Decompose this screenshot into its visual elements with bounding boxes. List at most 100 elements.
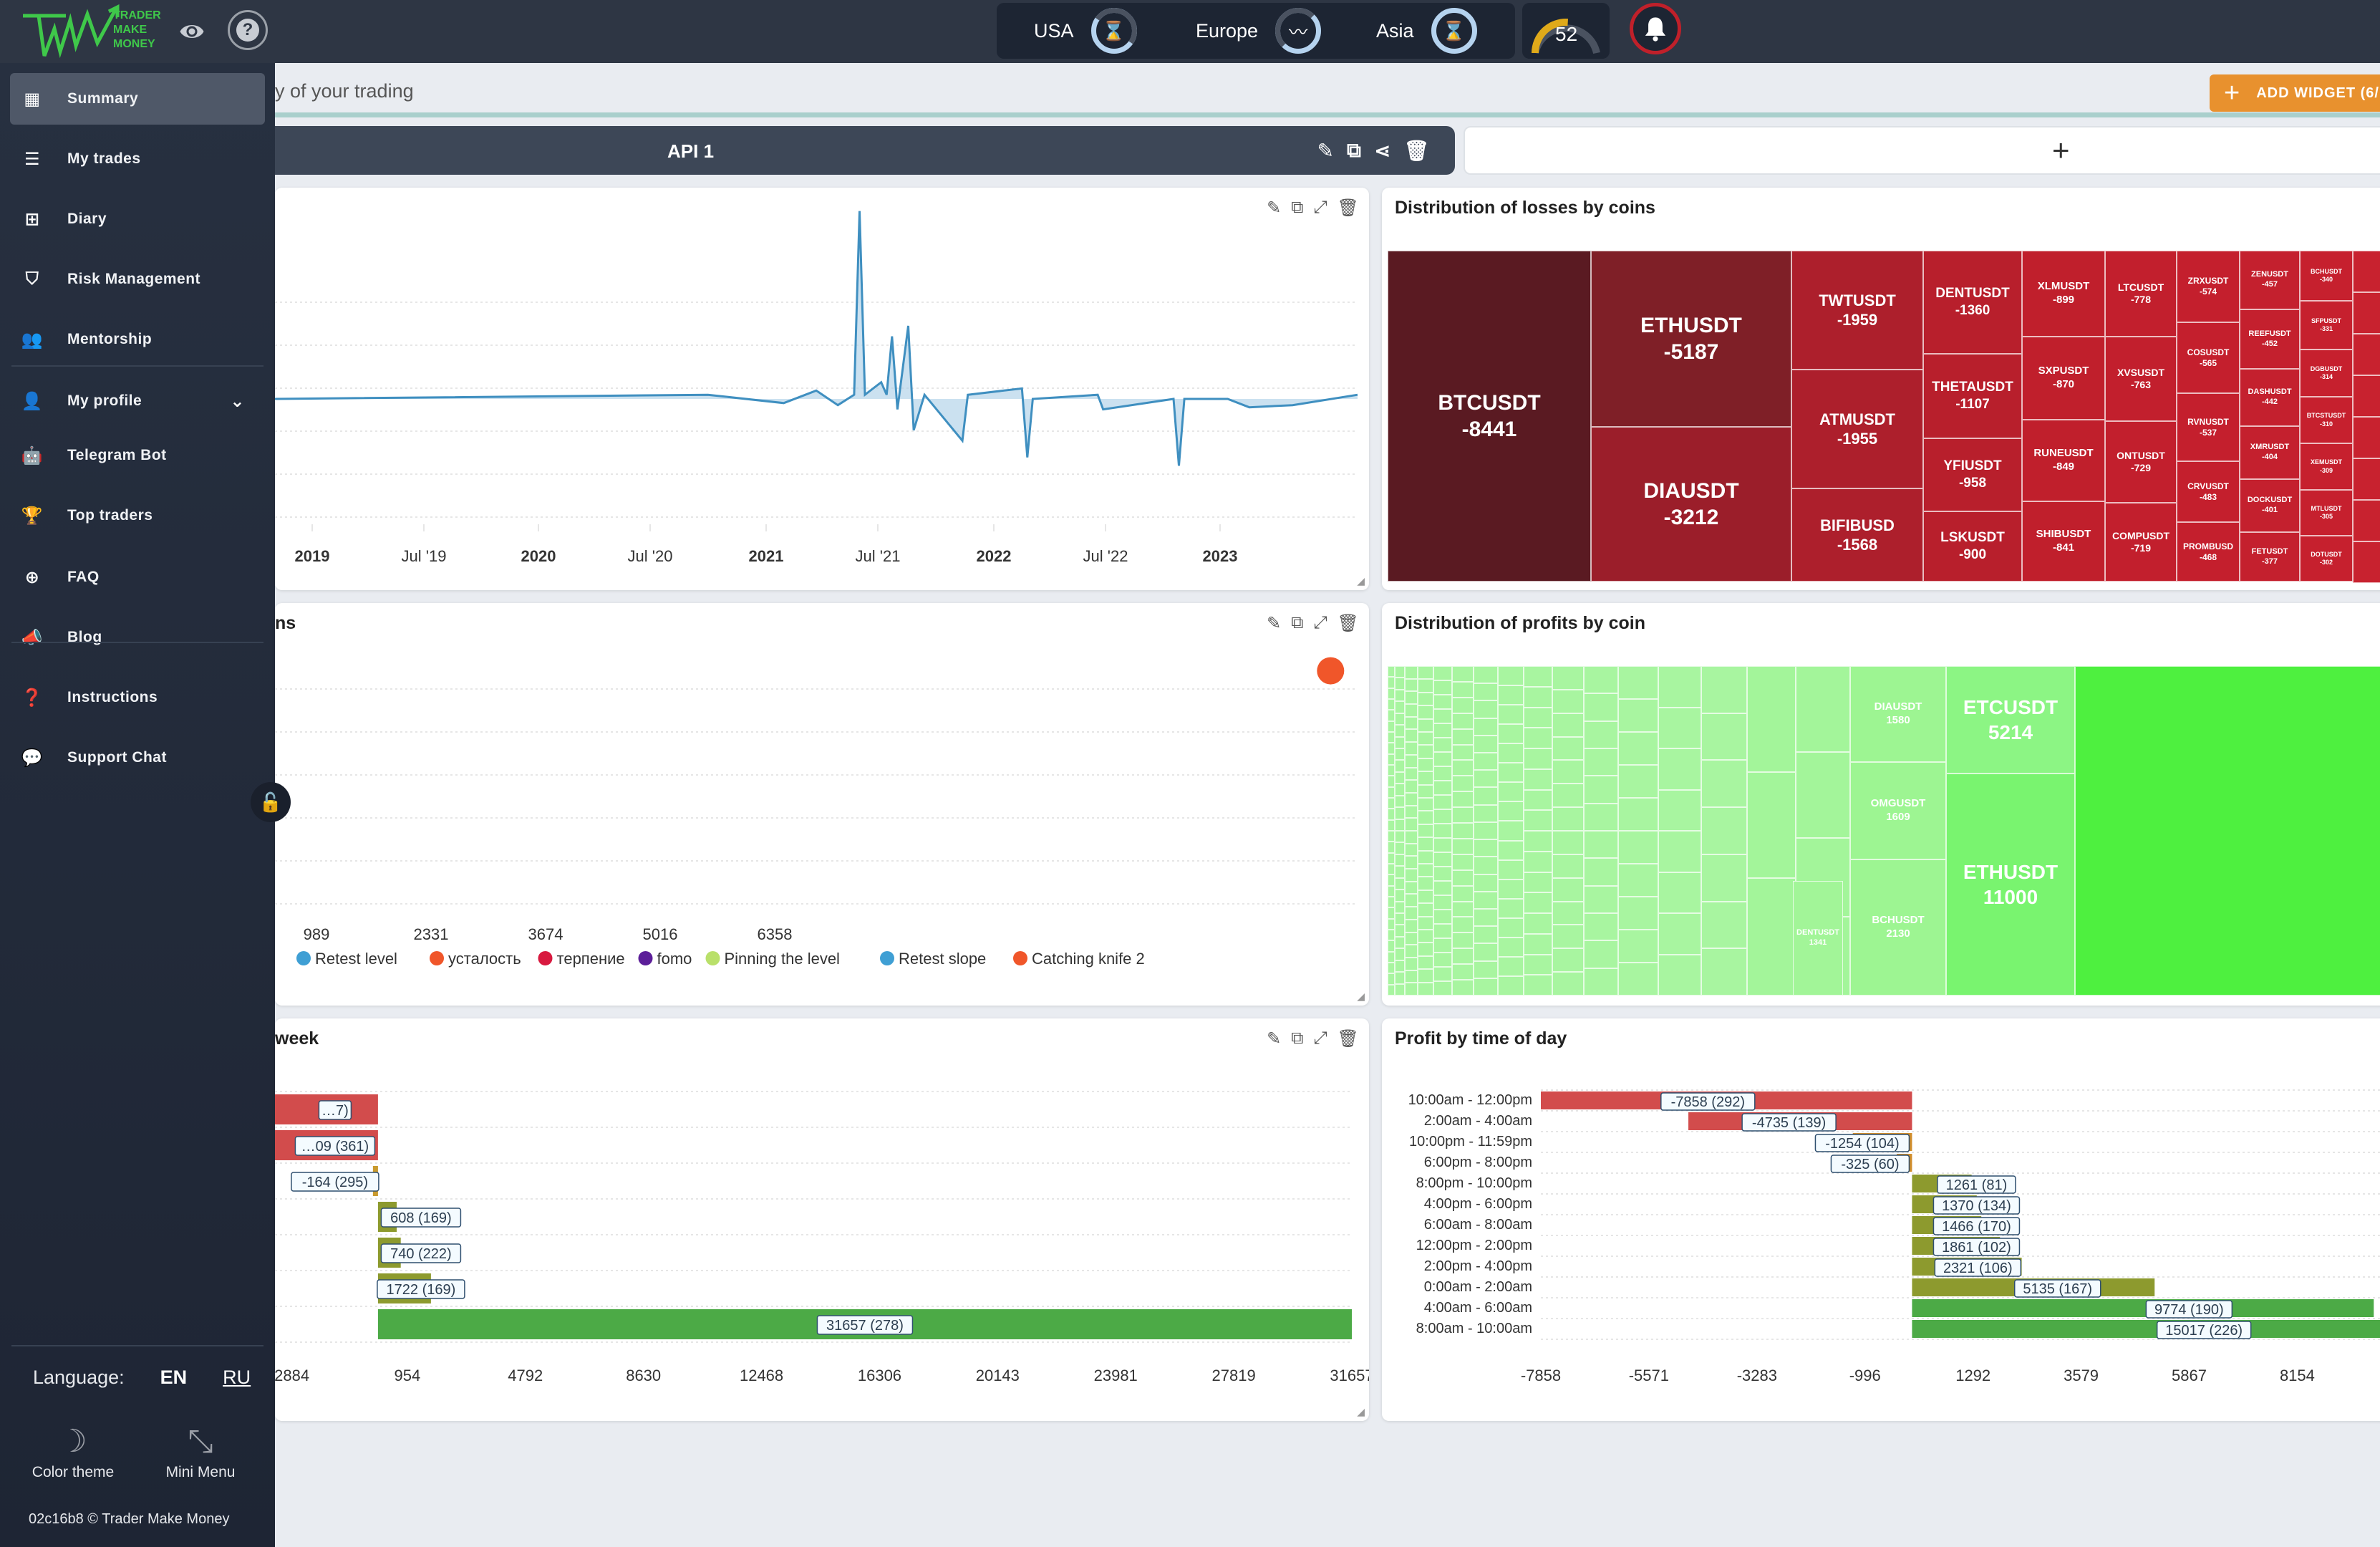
treemap-cell[interactable]: [1452, 948, 1474, 965]
treemap-cell[interactable]: [1701, 854, 1747, 902]
treemap-cell[interactable]: [1701, 901, 1747, 949]
treemap-cell[interactable]: [2353, 251, 2380, 292]
treemap-cell[interactable]: ZENUSDT -457: [2240, 251, 2300, 309]
treemap-cell[interactable]: [1524, 728, 1552, 748]
treemap-cell[interactable]: [1524, 851, 1552, 872]
treemap-cell[interactable]: [2353, 541, 2380, 583]
treemap-cell[interactable]: [1388, 885, 1395, 897]
treemap-cell[interactable]: [1618, 930, 1658, 963]
treemap-cell[interactable]: BIFIBUSD -1568: [1791, 488, 1923, 582]
legend-item[interactable]: Catching knife 2: [1032, 950, 1145, 968]
treemap-cell[interactable]: [2353, 292, 2380, 334]
treemap-cell[interactable]: [1498, 975, 1524, 996]
treemap-cell[interactable]: [1474, 666, 1498, 684]
treemap-cell[interactable]: DIAUSDT 1580: [1850, 666, 1946, 762]
treemap-cell[interactable]: [1388, 753, 1395, 765]
treemap-cell[interactable]: [1552, 784, 1584, 808]
treemap-cell[interactable]: [1388, 699, 1395, 710]
treemap-cell[interactable]: [1584, 913, 1618, 941]
treemap-cell[interactable]: [1474, 839, 1498, 857]
treemap-cell[interactable]: [1474, 700, 1498, 718]
treemap-cell[interactable]: [1395, 701, 1405, 713]
treemap-cell[interactable]: [1395, 866, 1405, 878]
eye-icon[interactable]: [179, 19, 205, 44]
treemap-cell[interactable]: [1474, 683, 1498, 701]
treemap-cell[interactable]: BCHUSDT 2130: [1850, 859, 1946, 996]
treemap-cell[interactable]: [1452, 885, 1474, 902]
treemap-cell[interactable]: RVNUSDT -537: [2177, 393, 2240, 461]
treemap-cell[interactable]: [1418, 771, 1433, 785]
treemap-cell[interactable]: [1405, 894, 1418, 907]
legend-item[interactable]: терпение: [557, 950, 625, 968]
treemap-cell[interactable]: [1418, 877, 1433, 890]
treemap-cell[interactable]: [1452, 869, 1474, 886]
treemap-cell[interactable]: [1658, 954, 1701, 996]
treemap-cell[interactable]: [1388, 776, 1395, 787]
trash-icon[interactable]: 🗑: [1337, 1028, 1359, 1049]
treemap-cell[interactable]: [1395, 901, 1405, 913]
treemap-cell[interactable]: [1552, 948, 1584, 973]
treemap-cell[interactable]: [1584, 776, 1618, 804]
treemap-cell[interactable]: [1452, 744, 1474, 761]
treemap-cell[interactable]: [1418, 705, 1433, 719]
treemap-cell[interactable]: [1395, 877, 1405, 890]
treemap-cell[interactable]: [1418, 864, 1433, 877]
treemap-cell[interactable]: [1474, 787, 1498, 805]
treemap-cell[interactable]: [1433, 838, 1452, 852]
treemap-cell[interactable]: [1474, 857, 1498, 874]
treemap-cell[interactable]: [2353, 334, 2380, 375]
treemap-cell[interactable]: [1388, 732, 1395, 743]
share-icon[interactable]: ⋖: [1374, 139, 1390, 163]
treemap-cell[interactable]: [1433, 795, 1452, 809]
treemap-cell[interactable]: [1552, 666, 1584, 690]
treemap-cell[interactable]: [1552, 877, 1584, 902]
treemap-cell[interactable]: [1474, 978, 1498, 996]
treemap-cell[interactable]: [1433, 924, 1452, 938]
treemap-cell[interactable]: [1433, 680, 1452, 695]
treemap-cell[interactable]: [1405, 678, 1418, 692]
treemap-cell[interactable]: COSUSDT -565: [2177, 322, 2240, 393]
treemap-cell[interactable]: DENTUSDT -1360: [1923, 251, 2022, 354]
treemap-cell[interactable]: [1452, 681, 1474, 698]
treemap-cell[interactable]: [1395, 760, 1405, 772]
treemap-cell[interactable]: XVSUSDT -763: [2105, 337, 2177, 421]
sidebar-item-telegram-bot[interactable]: 🤖 Telegram Bot: [10, 430, 265, 481]
add-widget-button[interactable]: + ADD WIDGET (6/: [2210, 74, 2380, 112]
help-button[interactable]: ?: [228, 10, 268, 50]
treemap-cell[interactable]: [1474, 770, 1498, 788]
treemap-cell[interactable]: MTLUSDT -305: [2300, 490, 2353, 536]
treemap-cell[interactable]: [1395, 819, 1405, 831]
treemap-cell[interactable]: [1552, 854, 1584, 878]
treemap-cell[interactable]: [1452, 807, 1474, 824]
expand-icon[interactable]: ⤢: [1313, 613, 1327, 634]
treemap-cell[interactable]: [1474, 718, 1498, 736]
treemap-cell[interactable]: REEFUSDT -452: [2240, 309, 2300, 369]
treemap-cell[interactable]: [1452, 980, 1474, 996]
treemap-cell[interactable]: [1618, 666, 1658, 699]
treemap-cell[interactable]: [1658, 666, 1701, 708]
treemap-cell[interactable]: [1584, 831, 1618, 859]
treemap-cell[interactable]: [1498, 956, 1524, 976]
treemap-cell[interactable]: [1418, 811, 1433, 824]
treemap-cell[interactable]: DENTUSDT 1341: [1793, 881, 1843, 996]
treemap-cell[interactable]: [1395, 936, 1405, 949]
resize-handle[interactable]: ◢: [1357, 575, 1365, 587]
treemap-cell[interactable]: [1405, 792, 1418, 806]
treemap-cell[interactable]: [1388, 765, 1395, 776]
treemap-cell[interactable]: [1418, 930, 1433, 943]
copy-icon[interactable]: ⧉: [1347, 139, 1361, 163]
treemap-cell[interactable]: [1452, 776, 1474, 792]
treemap-cell[interactable]: [1552, 925, 1584, 949]
add-tab-button[interactable]: +: [1464, 126, 2380, 175]
treemap-cell[interactable]: [1433, 738, 1452, 752]
treemap-cell[interactable]: [1618, 897, 1658, 930]
treemap-cell[interactable]: [1498, 917, 1524, 938]
treemap-cell[interactable]: [1584, 858, 1618, 886]
treemap-cell[interactable]: [1524, 872, 1552, 893]
treemap-cell[interactable]: [1433, 910, 1452, 924]
treemap-cell[interactable]: [1433, 953, 1452, 967]
treemap-cell[interactable]: [1552, 972, 1584, 996]
treemap-cell[interactable]: [1433, 723, 1452, 738]
treemap-cell[interactable]: [1418, 745, 1433, 758]
treemap-cell[interactable]: [1388, 874, 1395, 886]
